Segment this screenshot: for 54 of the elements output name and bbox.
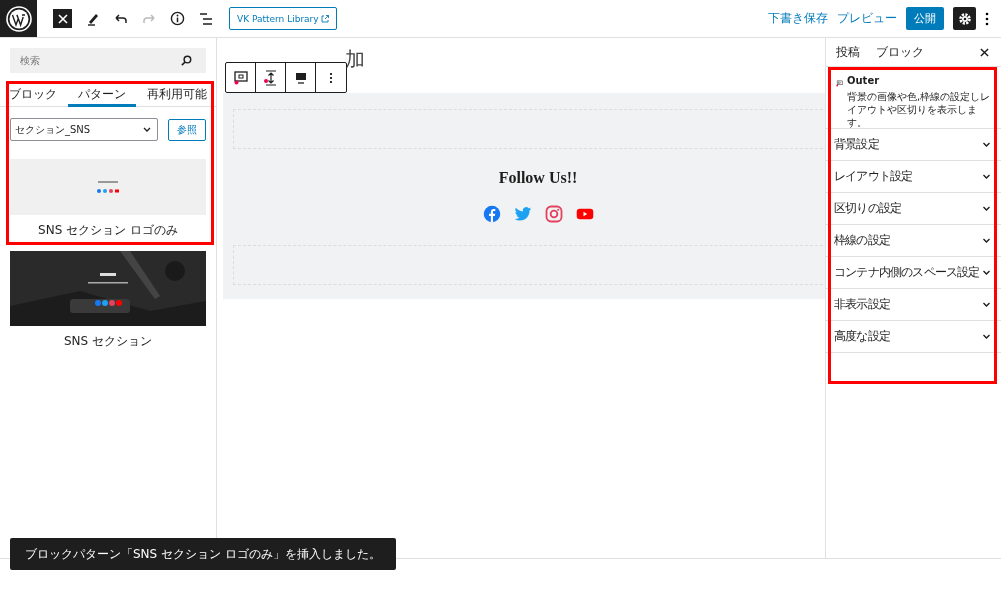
pattern-title: SNS セクション ロゴのみ bbox=[38, 222, 178, 239]
inserter-tab[interactable]: ブロック bbox=[8, 81, 58, 107]
align-icon bbox=[293, 70, 308, 85]
chevron-icon bbox=[982, 269, 991, 276]
search-field[interactable]: 検索 bbox=[10, 48, 206, 73]
pattern-library-link[interactable]: VK Pattern Library bbox=[229, 7, 337, 30]
info-icon[interactable] bbox=[170, 11, 185, 26]
sidebar-tab[interactable]: 投稿 bbox=[836, 43, 860, 61]
more-options-icon[interactable] bbox=[985, 11, 989, 26]
chevron-down-icon bbox=[143, 126, 151, 133]
block-name: Outer bbox=[847, 75, 881, 86]
chevron-icon bbox=[982, 141, 991, 148]
settings-panel[interactable]: コンテナ内側のスペース設定 bbox=[826, 257, 1001, 289]
search-icon bbox=[181, 55, 192, 66]
sidebar-tab[interactable]: ブロック bbox=[876, 43, 924, 61]
settings-panel[interactable]: 非表示設定 bbox=[826, 289, 1001, 321]
chevron-icon bbox=[982, 205, 991, 212]
close-icon bbox=[57, 13, 68, 24]
pencil-icon[interactable] bbox=[86, 11, 100, 26]
chevron-icon bbox=[982, 333, 991, 340]
settings-panel[interactable]: 高度な設定 bbox=[826, 321, 1001, 353]
settings-button[interactable] bbox=[953, 7, 976, 30]
save-draft-button[interactable]: 下書き保存 bbox=[768, 10, 828, 27]
publish-button[interactable]: 公開 bbox=[906, 7, 944, 30]
chevron-icon bbox=[982, 173, 991, 180]
wordpress-logo[interactable] bbox=[0, 0, 37, 37]
settings-panel[interactable]: レイアウト設定 bbox=[826, 161, 1001, 193]
close-icon[interactable] bbox=[980, 47, 989, 57]
chevron-icon bbox=[982, 301, 991, 308]
facebook-icon[interactable] bbox=[482, 205, 501, 223]
preview-button[interactable]: プレビュー bbox=[837, 10, 897, 27]
title-placeholder[interactable]: 加 bbox=[345, 46, 365, 73]
undo-icon[interactable] bbox=[114, 11, 128, 26]
block-icon bbox=[232, 69, 249, 86]
chevron-icon bbox=[982, 237, 991, 244]
settings-icon bbox=[957, 11, 972, 26]
inserter-tab[interactable]: パターン bbox=[68, 81, 136, 107]
external-link-icon bbox=[320, 14, 329, 23]
block-description: 背景の画像や色,枠線の設定しレイアウトや区切りを表示します。 bbox=[847, 90, 992, 129]
browse-button[interactable]: 参照 bbox=[168, 118, 206, 141]
more-options-icon bbox=[329, 70, 333, 85]
close-button[interactable] bbox=[53, 9, 72, 28]
pattern-title: SNS セクション bbox=[64, 333, 152, 350]
instagram-icon[interactable] bbox=[544, 205, 563, 223]
settings-panel[interactable]: 枠線の設定 bbox=[826, 225, 1001, 257]
settings-panel[interactable]: 背景設定 bbox=[826, 129, 1001, 161]
category-select[interactable]: セクション_SNS bbox=[10, 118, 158, 141]
section-heading[interactable]: Follow Us!! bbox=[498, 169, 578, 187]
snackbar-notice: ブロックパターン「SNS セクション ロゴのみ」を挿入しました。 bbox=[10, 538, 396, 570]
inserter-tab[interactable]: 再利用可能 bbox=[146, 81, 208, 107]
settings-panel[interactable]: 区切りの設定 bbox=[826, 193, 1001, 225]
vertical-arrows-icon bbox=[262, 69, 279, 86]
outer-block[interactable]: Follow Us!! bbox=[223, 93, 825, 299]
list-view-icon[interactable] bbox=[199, 12, 213, 25]
